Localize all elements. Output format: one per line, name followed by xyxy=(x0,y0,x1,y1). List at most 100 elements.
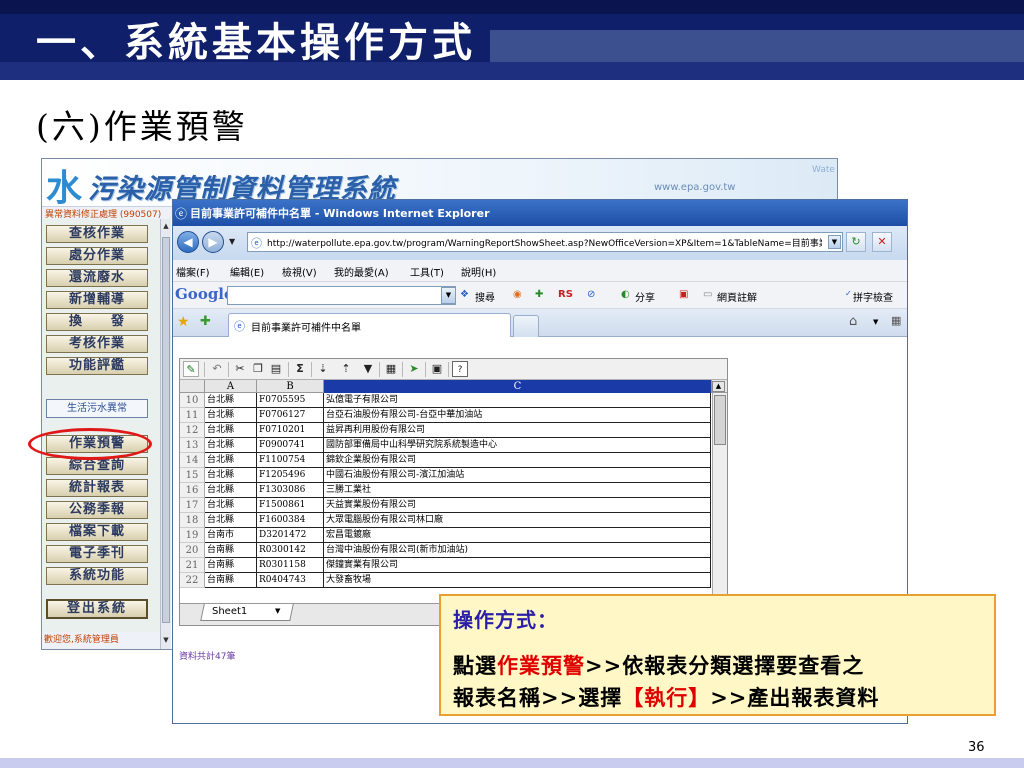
share-button[interactable]: 分享 xyxy=(635,289,655,304)
cell-county[interactable]: 台北縣 xyxy=(205,483,257,498)
cell-id[interactable]: R0300142 xyxy=(257,543,324,558)
export-icon[interactable]: ➤ xyxy=(406,361,422,377)
menu-edit[interactable]: 編輯(E) xyxy=(230,264,264,279)
portal-scrollbar[interactable]: ▲ ▼ xyxy=(160,219,171,649)
spellcheck-button[interactable]: 拼字檢查 xyxy=(853,289,893,304)
cell-name[interactable]: 大發畜牧場 xyxy=(324,573,711,588)
bookmark-icon[interactable]: ◉ xyxy=(513,289,522,300)
cell-name[interactable]: 中國石油股份有限公司-濱江加油站 xyxy=(324,468,711,483)
row-number[interactable]: 12 xyxy=(180,423,205,438)
sidebar-item-reports[interactable]: 統計報表 xyxy=(46,479,148,497)
cell-county[interactable]: 台南縣 xyxy=(205,543,257,558)
menu-favorites[interactable]: 我的最愛(A) xyxy=(334,264,389,279)
cell-county[interactable]: 台北縣 xyxy=(205,513,257,528)
block-icon[interactable]: ▣ xyxy=(679,289,688,300)
row-number[interactable]: 14 xyxy=(180,453,205,468)
paste-icon[interactable]: ▤ xyxy=(268,361,284,377)
sidebar-item-ejournal[interactable]: 電子季刊 xyxy=(46,545,148,563)
refresh-icon[interactable]: ↻ xyxy=(846,232,866,252)
cell-id[interactable]: F0705595 xyxy=(257,393,324,408)
cell-id[interactable]: D3201472 xyxy=(257,528,324,543)
sort-asc-icon[interactable]: ⇣ xyxy=(315,361,331,377)
cell-county[interactable]: 台南縣 xyxy=(205,573,257,588)
stop-icon[interactable]: ✕ xyxy=(872,232,892,252)
sidebar-item-renewal[interactable]: 換 發 xyxy=(46,313,148,331)
sidebar-item-quarterly[interactable]: 公務季報 xyxy=(46,501,148,519)
cell-name[interactable]: 台亞石油股份有限公司-台亞中華加油站 xyxy=(324,408,711,423)
annotate-button[interactable]: 網頁註解 xyxy=(717,289,757,304)
annotate-icon[interactable]: ▭ xyxy=(703,289,712,300)
menu-help[interactable]: 說明(H) xyxy=(461,264,496,279)
row-number[interactable]: 16 xyxy=(180,483,205,498)
home-icon[interactable]: ⌂ xyxy=(849,314,857,329)
google-search-button[interactable]: 搜尋 xyxy=(475,289,495,304)
cell-name[interactable]: 大眾電腦股份有限公司林口廠 xyxy=(324,513,711,528)
spreadsheet-scroll-thumb[interactable] xyxy=(714,395,726,445)
cell-id[interactable]: F1500861 xyxy=(257,498,324,513)
address-input[interactable]: ⓔ http://waterpollute.epa.gov.tw/program… xyxy=(247,232,843,252)
sheet-dropdown-icon[interactable]: ▼ xyxy=(275,607,280,615)
logout-button[interactable]: 登出系統 xyxy=(46,599,148,619)
cell-name[interactable]: 台灣中油股份有限公司(新市加油站) xyxy=(324,543,711,558)
scroll-up-icon[interactable]: ▲ xyxy=(712,381,725,392)
cell-id[interactable]: F1303086 xyxy=(257,483,324,498)
back-arrow-icon[interactable]: ◀ xyxy=(177,231,199,253)
sidebar-item-evaluation[interactable]: 功能評鑑 xyxy=(46,357,148,375)
sort-desc-icon[interactable]: ⇡ xyxy=(338,361,354,377)
cell-county[interactable]: 台北縣 xyxy=(205,438,257,453)
cell-id[interactable]: F0900741 xyxy=(257,438,324,453)
cell-name[interactable]: 宏昌電鍍廠 xyxy=(324,528,711,543)
cell-county[interactable]: 台南市 xyxy=(205,528,257,543)
cell-id[interactable]: R0404743 xyxy=(257,573,324,588)
ie-titlebar[interactable]: ⓔ 目前事業許可補件中名單 - Windows Internet Explore… xyxy=(173,200,907,226)
cell-id[interactable]: F1100754 xyxy=(257,453,324,468)
calc-icon[interactable]: ▦ xyxy=(383,361,399,377)
feed-icon[interactable]: ▦ xyxy=(891,314,901,327)
sidebar-item-system[interactable]: 系統功能 xyxy=(46,567,148,585)
link-icon[interactable]: ⊘ xyxy=(587,289,595,300)
sidebar-section-sewage[interactable]: 生活污水異常 xyxy=(46,399,148,418)
column-header-c[interactable]: C xyxy=(324,380,712,393)
google-search-icon[interactable]: ❖ xyxy=(460,289,469,300)
google-search-input[interactable] xyxy=(227,286,456,305)
forward-arrow-icon[interactable]: ▶ xyxy=(202,231,224,253)
cell-county[interactable]: 台北縣 xyxy=(205,498,257,513)
cell-name[interactable]: 益昇再利用股份有限公司 xyxy=(324,423,711,438)
row-number[interactable]: 11 xyxy=(180,408,205,423)
sidebar-item-audit[interactable]: 查核作業 xyxy=(46,225,148,243)
cut-icon[interactable]: ✂ xyxy=(232,361,248,377)
office-icon[interactable]: ✎ xyxy=(183,361,199,377)
row-number[interactable]: 15 xyxy=(180,468,205,483)
sum-icon[interactable]: Σ xyxy=(292,361,308,377)
cell-name[interactable]: 錦欽企業股份有限公司 xyxy=(324,453,711,468)
cell-name[interactable]: 國防部軍備局中山科學研究院系統製造中心 xyxy=(324,438,711,453)
home-dropdown-icon[interactable]: ▼ xyxy=(873,318,878,326)
sidebar-item-penalty[interactable]: 處分作業 xyxy=(46,247,148,265)
history-dropdown-icon[interactable]: ▼ xyxy=(229,237,235,246)
cell-name[interactable]: 天益實業股份有限公司 xyxy=(324,498,711,513)
cell-county[interactable]: 台北縣 xyxy=(205,393,257,408)
sidebar-item-download[interactable]: 檔案下載 xyxy=(46,523,148,541)
row-number[interactable]: 10 xyxy=(180,393,205,408)
cell-county[interactable]: 台北縣 xyxy=(205,408,257,423)
row-number[interactable]: 22 xyxy=(180,573,205,588)
menu-file[interactable]: 檔案(F) xyxy=(176,264,210,279)
favorites-star-icon[interactable]: ★ xyxy=(177,314,190,330)
rs-icon[interactable]: RS xyxy=(558,289,573,300)
add-favorite-icon[interactable]: ✚ xyxy=(200,314,211,329)
cell-name[interactable]: 三勝工業社 xyxy=(324,483,711,498)
scroll-up-icon[interactable]: ▲ xyxy=(161,221,171,232)
row-number[interactable]: 13 xyxy=(180,438,205,453)
sidebar-item-assessment[interactable]: 考核作業 xyxy=(46,335,148,353)
row-number[interactable]: 20 xyxy=(180,543,205,558)
tab-current[interactable]: ⓔ 目前事業許可補件中名單 xyxy=(228,313,511,337)
properties-icon[interactable]: ▣ xyxy=(429,361,445,377)
row-number[interactable]: 19 xyxy=(180,528,205,543)
new-tab-button[interactable] xyxy=(513,315,539,337)
share-icon[interactable]: ◐ xyxy=(621,289,630,300)
help-icon[interactable]: ? xyxy=(452,361,468,377)
copy-icon[interactable]: ❐ xyxy=(250,361,266,377)
column-header-a[interactable]: A xyxy=(205,380,257,393)
spreadsheet-scrollbar[interactable] xyxy=(712,393,727,603)
cell-id[interactable]: F0710201 xyxy=(257,423,324,438)
